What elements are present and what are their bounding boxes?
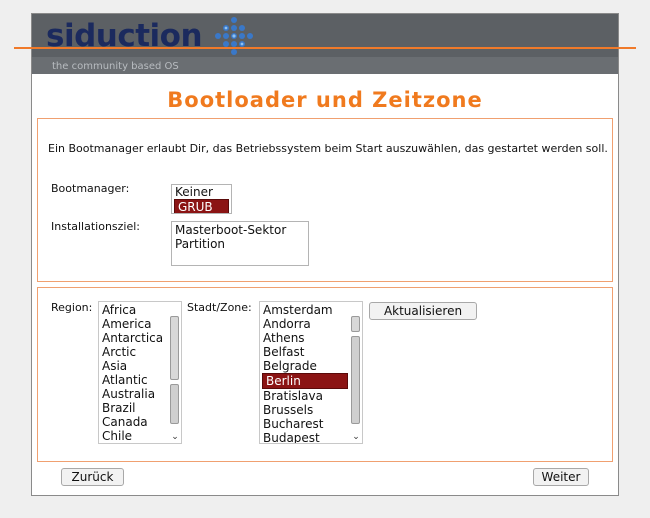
region-list-item[interactable]: Australia	[99, 387, 169, 401]
logo-dots-icon	[215, 17, 253, 55]
back-button[interactable]: Zurück	[61, 468, 124, 486]
bootmanager-option-keiner[interactable]: Keiner	[172, 185, 231, 199]
city-scroll-thumb[interactable]	[351, 316, 360, 332]
region-list-item[interactable]: Africa	[99, 303, 169, 317]
city-list-item[interactable]: Bratislava	[260, 389, 350, 403]
region-scroll-track[interactable]	[170, 384, 179, 424]
city-list-item[interactable]: Berlin	[262, 373, 348, 389]
region-scrollbar[interactable]: ⌄	[169, 302, 181, 443]
city-list-item[interactable]: Andorra	[260, 317, 350, 331]
region-list-item[interactable]: Asia	[99, 359, 169, 373]
region-list[interactable]: Africa America Antarctica Arctic Asia Atlanti…	[98, 301, 182, 444]
bootmanager-label: Bootmanager:	[51, 182, 130, 195]
tagline: the community based OS	[52, 61, 179, 72]
region-list-item[interactable]: Antarctica	[99, 331, 169, 345]
city-list-item[interactable]: Budapest	[260, 431, 350, 443]
city-list-item[interactable]: Amsterdam	[260, 303, 350, 317]
logo-text: siduction	[46, 18, 203, 54]
bootloader-description: Ein Bootmanager erlaubt Dir, das Betrieb…	[48, 142, 608, 155]
city-list-item[interactable]: Brussels	[260, 403, 350, 417]
city-list[interactable]: Amsterdam Andorra Athens Belfast Belgrade Ber…	[259, 301, 363, 444]
city-scroll-down-icon[interactable]: ⌄	[350, 431, 362, 443]
region-list-item[interactable]: Arctic	[99, 345, 169, 359]
region-label: Region:	[51, 301, 93, 314]
city-label: Stadt/Zone:	[187, 301, 252, 314]
city-scroll-track[interactable]	[351, 336, 360, 424]
region-list-item[interactable]: Chile	[99, 429, 169, 443]
target-option-mbr[interactable]: Masterboot-Sektor	[172, 223, 308, 237]
refresh-button[interactable]: Aktualisieren	[369, 302, 477, 320]
city-list-item[interactable]: Belgrade	[260, 359, 350, 373]
region-scroll-down-icon[interactable]: ⌄	[169, 431, 181, 443]
city-list-item[interactable]: Belfast	[260, 345, 350, 359]
region-scroll-thumb[interactable]	[170, 316, 179, 380]
bootmanager-list[interactable]: Keiner GRUB	[171, 184, 232, 214]
region-list-item[interactable]: Canada	[99, 415, 169, 429]
region-list-item[interactable]: America	[99, 317, 169, 331]
next-button[interactable]: Weiter	[533, 468, 589, 486]
install-target-list[interactable]: Masterboot-Sektor Partition	[171, 221, 309, 266]
city-list-item[interactable]: Athens	[260, 331, 350, 345]
region-list-item[interactable]: Brazil	[99, 401, 169, 415]
region-list-item[interactable]: Atlantic	[99, 373, 169, 387]
target-option-partition[interactable]: Partition	[172, 237, 308, 251]
city-list-item[interactable]: Bucharest	[260, 417, 350, 431]
install-target-label: Installationsziel:	[51, 220, 141, 233]
city-scrollbar[interactable]: ⌄	[350, 302, 362, 443]
page-title: Bootloader und Zeitzone	[167, 88, 483, 112]
bootmanager-option-grub[interactable]: GRUB	[174, 199, 229, 213]
